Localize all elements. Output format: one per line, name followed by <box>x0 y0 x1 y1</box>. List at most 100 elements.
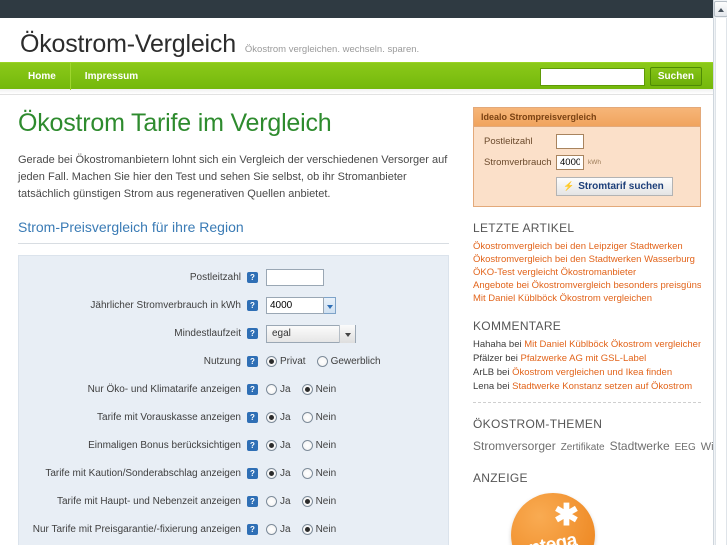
verbrauch-input[interactable] <box>266 297 324 314</box>
site-logo[interactable]: Ökostrom-Vergleich <box>20 30 236 59</box>
label-radio-0: Nutzung <box>203 356 241 367</box>
comment-bei-2: bei <box>496 367 513 378</box>
help-icon-radio-1[interactable]: ? <box>247 384 258 395</box>
scrollbar-track[interactable] <box>715 18 727 545</box>
help-icon-radio-4[interactable]: ? <box>247 468 258 479</box>
radio-dot-2-1[interactable] <box>301 412 313 423</box>
radio-option-0-0[interactable]: Privat <box>266 356 306 367</box>
radio-dot-1-0[interactable] <box>266 384 277 395</box>
nav-item-impressum[interactable]: Impressum <box>69 63 152 90</box>
radio-option-3-1[interactable]: Nein <box>301 440 337 451</box>
label-laufzeit: Mindestlaufzeit <box>174 328 241 339</box>
comment-bei-3: bei <box>496 381 513 392</box>
radio-dot-4-0[interactable] <box>266 468 277 479</box>
article-link-0[interactable]: Ökostromvergleich bei den Leipziger Stad… <box>473 240 701 253</box>
label-radio-4: Tarife mit Kaution/Sonderabschlag anzeig… <box>45 468 241 479</box>
help-icon-radio-2[interactable]: ? <box>247 412 258 423</box>
section-divider <box>18 243 449 244</box>
help-icon-radio-3[interactable]: ? <box>247 440 258 451</box>
radio-option-4-0[interactable]: Ja <box>266 468 291 479</box>
topics-tag-cloud: Stromversorger Zertifikate Stadtwerke EEG Wi… <box>473 436 713 457</box>
help-icon-radio-6[interactable]: ? <box>247 524 258 535</box>
radio-dot-0-1[interactable] <box>316 356 328 367</box>
laufzeit-select[interactable]: egal <box>266 324 356 343</box>
idealo-verbrauch-input[interactable] <box>556 155 584 170</box>
help-icon-laufzeit[interactable]: ? <box>247 328 258 339</box>
chevron-down-icon-verbrauch[interactable] <box>324 297 336 314</box>
help-icon-radio-5[interactable]: ? <box>247 496 258 507</box>
help-icon-plz[interactable]: ? <box>247 272 258 283</box>
radio-label-1-0: Ja <box>280 384 291 395</box>
idealo-unit-label: kWh <box>588 159 601 166</box>
form-row-plz: Postleitzahl ? <box>29 268 434 287</box>
label-verbrauch: Jährlicher Stromverbrauch in kWh <box>90 300 241 311</box>
radio-option-2-0[interactable]: Ja <box>266 412 291 423</box>
radio-dot-3-1[interactable] <box>301 440 313 451</box>
radio-dot-5-0[interactable] <box>266 496 277 507</box>
radio-dot-2-0[interactable] <box>266 412 277 423</box>
radio-label-5-1: Nein <box>315 496 337 507</box>
comment-link-2[interactable]: Ökostrom vergleichen und Ikea finden <box>512 367 672 378</box>
radio-option-0-1[interactable]: Gewerblich <box>316 356 381 367</box>
idealo-label-plz: Postleitzahl <box>484 136 533 147</box>
topics-block: ÖKOSTROM-THEMEN Stromversorger Zertifikat… <box>473 417 713 457</box>
idealo-plz-input[interactable] <box>556 134 584 149</box>
article-link-3[interactable]: Angebote bei Ökostromvergleich besonders… <box>473 279 701 292</box>
label-radio-5: Tarife mit Haupt- und Nebenzeit anzeigen <box>57 496 241 507</box>
radio-option-2-1[interactable]: Nein <box>301 412 337 423</box>
label-radio-2: Tarife mit Vorauskasse anzeigen <box>97 412 241 423</box>
topic-tag-1[interactable]: Zertifikate <box>561 442 605 453</box>
radio-dot-6-1[interactable] <box>301 524 313 535</box>
chevron-down-icon-laufzeit[interactable] <box>339 324 355 343</box>
entega-ad-logo[interactable]: ✱ entega <box>511 493 595 545</box>
radio-dot-1-1[interactable] <box>301 384 313 395</box>
radio-option-4-1[interactable]: Nein <box>301 468 336 479</box>
scroll-up-icon[interactable] <box>714 1 727 17</box>
page-scrollbar[interactable] <box>713 0 727 545</box>
label-radio-1: Nur Öko- und Klimatarife anzeigen <box>87 384 241 395</box>
radio-dot-6-0[interactable] <box>266 524 277 535</box>
site-tagline: Ökostrom vergleichen. wechseln. sparen. <box>244 44 420 55</box>
stromtarif-suchen-button[interactable]: ⚡ Stromtarif suchen <box>556 177 673 196</box>
latest-articles-block: LETZTE ARTIKEL Ökostromvergleich bei den… <box>473 221 701 305</box>
help-icon-radio-0[interactable]: ? <box>247 356 258 367</box>
radio-option-6-0[interactable]: Ja <box>266 524 291 535</box>
radio-label-2-1: Nein <box>315 412 337 423</box>
advertisement-title: ANZEIGE <box>473 471 528 485</box>
radio-group-1: Ja Nein <box>266 384 347 395</box>
comment-link-3[interactable]: Stadtwerke Konstanz setzen auf Ökostrom <box>512 381 692 392</box>
radio-label-2-0: Ja <box>280 412 291 423</box>
topic-tag-2[interactable]: Stadtwerke <box>610 439 670 453</box>
idealo-widget-body: Postleitzahl Stromverbrauch kWh ⚡ Stromt… <box>474 127 700 206</box>
help-icon-verbrauch[interactable]: ? <box>247 300 258 311</box>
topic-tag-0[interactable]: Stromversorger <box>473 439 556 453</box>
radio-dot-5-1[interactable] <box>301 496 313 507</box>
article-link-2[interactable]: ÖKO-Test vergleicht Ökostromanbieter <box>473 266 701 279</box>
page-title: Ökostrom Tarife im Vergleich <box>18 109 332 137</box>
article-link-4[interactable]: Mit Daniel Küblböck Ökostrom vergleichen <box>473 292 701 305</box>
content-columns: Ökostrom Tarife im Vergleich Gerade bei … <box>0 95 713 545</box>
search-button[interactable]: Suchen <box>649 67 702 86</box>
plz-input[interactable] <box>266 269 324 286</box>
article-link-1[interactable]: Ökostromvergleich bei den Stadtwerken Wa… <box>473 253 701 266</box>
radio-option-1-0[interactable]: Ja <box>266 384 291 395</box>
comment-link-1[interactable]: Pfalzwerke AG mit GSL-Label <box>521 353 647 364</box>
topic-tag-4[interactable]: Windenergie <box>701 441 713 453</box>
nav-item-home[interactable]: Home <box>14 63 70 90</box>
asterisk-icon: ✱ <box>553 499 579 532</box>
comment-link-0[interactable]: Mit Daniel Küblböck Ökostrom vergleichen <box>524 339 701 350</box>
radio-option-3-0[interactable]: Ja <box>266 440 291 451</box>
radio-option-6-1[interactable]: Nein <box>301 524 336 535</box>
search-input[interactable] <box>539 67 645 86</box>
comments-divider <box>473 402 701 403</box>
radio-dot-4-1[interactable] <box>301 468 313 479</box>
radio-label-3-1: Nein <box>315 440 337 451</box>
radio-option-5-1[interactable]: Nein <box>301 496 337 507</box>
radio-option-1-1[interactable]: Nein <box>301 384 336 395</box>
topic-tag-3[interactable]: EEG <box>675 442 696 453</box>
radio-dot-0-0[interactable] <box>266 356 277 367</box>
radio-dot-3-0[interactable] <box>266 440 277 451</box>
search-form: Suchen <box>539 67 702 86</box>
radio-option-5-0[interactable]: Ja <box>266 496 291 507</box>
main-column: Ökostrom Tarife im Vergleich Gerade bei … <box>0 95 465 545</box>
